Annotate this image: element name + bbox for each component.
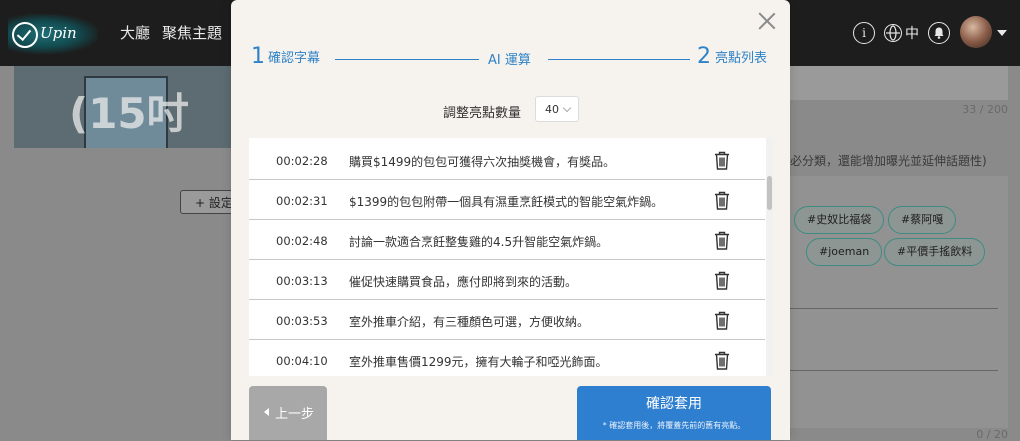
highlight-count-select[interactable]: 40 <box>535 96 579 122</box>
tag-chip[interactable]: #平價手搖飲料 <box>884 238 986 266</box>
highlight-count-value: 40 <box>545 103 559 116</box>
highlight-time: 00:02:48 <box>276 234 328 248</box>
list-scroll-thumb[interactable] <box>767 176 772 210</box>
list-scrollbar[interactable] <box>766 138 773 376</box>
confirm-apply-note: * 確認套用後，將覆蓋先前的舊有亮點。 <box>602 421 746 430</box>
avatar[interactable] <box>960 16 992 48</box>
tag-chip[interactable]: #史奴比福袋 <box>794 206 885 234</box>
trash-icon[interactable] <box>714 311 730 330</box>
globe-icon[interactable] <box>884 24 902 42</box>
chevron-down-icon[interactable] <box>997 30 1007 36</box>
thumbnail-text: (15吋 <box>69 89 189 138</box>
highlight-time: 00:04:10 <box>276 354 328 368</box>
highlight-time: 00:02:31 <box>276 194 328 208</box>
check-icon <box>12 22 38 48</box>
step-connector <box>548 59 690 60</box>
highlight-count-label: 調整亮點數量 <box>443 106 522 121</box>
list-item[interactable]: 00:04:10 室外推車售價1299元，擁有大輪子和啞光飾面。 <box>249 340 765 376</box>
nav-item-featured[interactable]: 聚焦主題 <box>162 22 222 43</box>
bell-icon[interactable] <box>928 22 950 44</box>
list-item[interactable]: 00:02:31 $1399的包包附帶一個具有濕重烹飪模式的智能空氣炸鍋。 <box>249 180 765 220</box>
highlight-text: $1399的包包附帶一個具有濕重烹飪模式的智能空氣炸鍋。 <box>349 195 664 209</box>
highlight-text: 討論一款適合烹飪整隻雞的4.5升智能空氣炸鍋。 <box>349 235 609 249</box>
list-item[interactable]: 00:03:53 室外推車介紹，有三種顏色可選，方便收納。 <box>249 300 765 340</box>
step-connector <box>335 59 479 60</box>
step-indicator: 1 確認字幕 AI 運算 2 亮點列表 <box>251 44 772 74</box>
highlight-time: 00:02:28 <box>276 154 328 168</box>
highlight-text: 室外推車售價1299元，擁有大輪子和啞光飾面。 <box>349 355 608 369</box>
set-button[interactable]: + 設定 <box>180 190 236 214</box>
tag-chip[interactable]: #joeman <box>806 238 883 266</box>
trash-icon[interactable] <box>714 151 730 170</box>
divider <box>790 370 998 371</box>
confirm-apply-label: 確認套用 <box>646 396 702 412</box>
highlight-text: 購買$1499的包包可獲得六次抽獎機會，有獎品。 <box>349 155 616 169</box>
trash-icon[interactable] <box>714 231 730 250</box>
step-1-label: 確認字幕 <box>268 51 321 66</box>
step-2-number: 2 <box>697 44 711 69</box>
caret-left-icon <box>264 408 269 416</box>
confirm-apply-button[interactable]: 確認套用 * 確認套用後，將覆蓋先前的舊有亮點。 <box>577 386 771 440</box>
trash-icon[interactable] <box>714 351 730 370</box>
list-item[interactable]: 00:03:13 催促快速購買食品，應付即將到來的活動。 <box>249 260 765 300</box>
chevron-down-icon <box>562 103 572 113</box>
video-thumbnail: (15吋 <box>14 66 232 148</box>
step-ai-label: AI 運算 <box>488 53 531 68</box>
nav-item-lobby[interactable]: 大廳 <box>120 22 150 43</box>
highlight-text: 室外推車介紹，有三種顏色可選，方便收納。 <box>349 315 590 329</box>
highlight-time: 00:03:53 <box>276 314 328 328</box>
tag-chip[interactable]: #蔡阿嘎 <box>888 206 957 234</box>
highlight-modal: 1 確認字幕 AI 運算 2 亮點列表 調整亮點數量 40 00:02:28 購… <box>231 0 790 440</box>
highlight-time: 00:03:13 <box>276 274 328 288</box>
list-item[interactable]: 00:02:48 討論一款適合烹飪整隻雞的4.5升智能空氣炸鍋。 <box>249 220 765 260</box>
title-char-count: 33 / 200 <box>962 103 1008 116</box>
back-button-label: 上一步 <box>275 407 315 422</box>
divider <box>790 308 998 309</box>
logo[interactable]: Upin <box>8 14 98 54</box>
step-2-label: 亮點列表 <box>715 51 768 66</box>
title-input-bg[interactable] <box>790 66 1008 100</box>
highlight-text: 催促快速購買食品，應付即將到來的活動。 <box>349 275 578 289</box>
info-icon[interactable]: i <box>853 22 875 44</box>
language-label[interactable]: 中 <box>905 23 919 43</box>
trash-icon[interactable] <box>714 271 730 290</box>
back-button[interactable]: 上一步 <box>249 386 327 440</box>
category-hint: 必分類，還能增加曝光並延伸話題性) <box>790 154 987 168</box>
tag-char-count: 0 / 20 <box>976 428 1008 441</box>
highlight-count-row: 調整亮點數量 40 <box>231 96 790 124</box>
trash-icon[interactable] <box>714 191 730 210</box>
logo-text: Upin <box>40 24 77 42</box>
step-1-number: 1 <box>251 44 265 69</box>
list-item[interactable]: 00:02:28 購買$1499的包包可獲得六次抽獎機會，有獎品。 <box>249 140 765 180</box>
close-icon[interactable] <box>756 10 778 32</box>
highlight-list[interactable]: 00:02:28 購買$1499的包包可獲得六次抽獎機會，有獎品。 00:02:… <box>249 138 773 376</box>
